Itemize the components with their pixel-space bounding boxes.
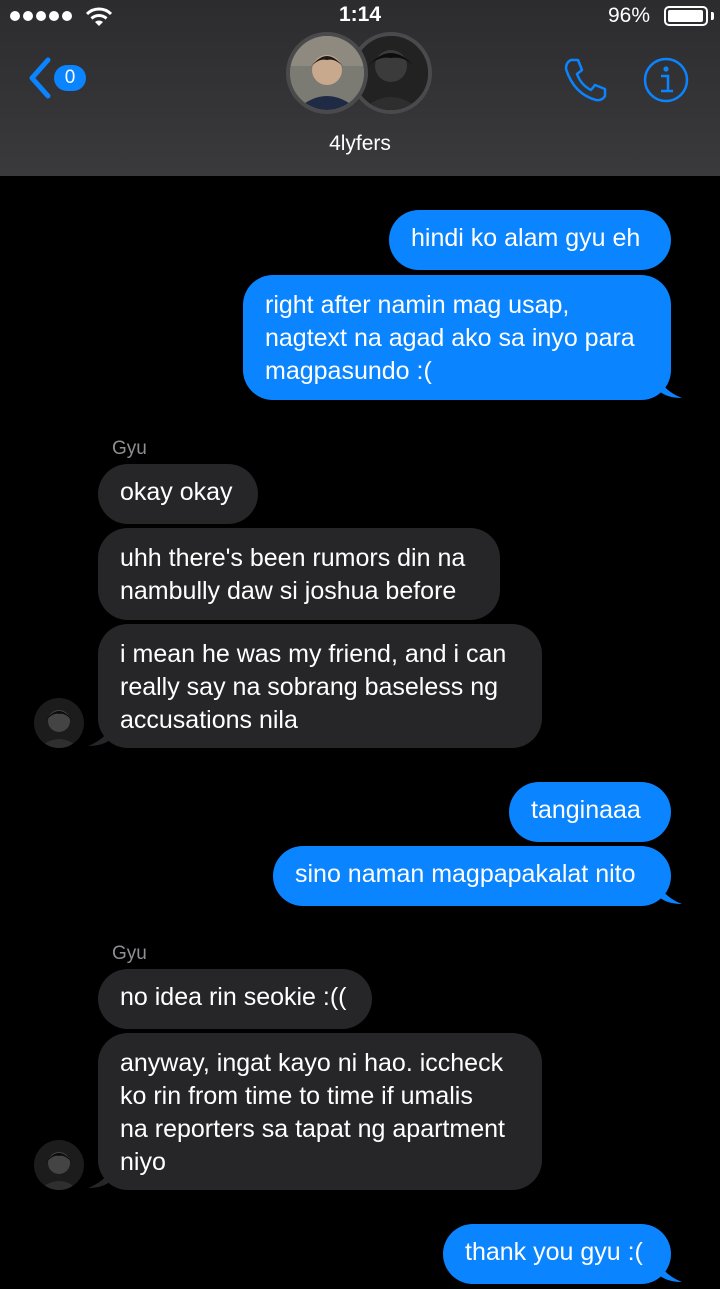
sent-message[interactable]: sino naman magpapakalat nito — [273, 846, 671, 906]
received-message[interactable]: uhh there's been rumors din na nambully … — [98, 528, 500, 620]
bubble-tail — [88, 1168, 112, 1188]
received-message[interactable]: okay okay — [98, 464, 258, 524]
status-bar: 1:14 96% — [0, 0, 720, 34]
sent-message[interactable]: hindi ko alam gyu eh — [389, 210, 671, 270]
sender-avatar[interactable] — [34, 1140, 84, 1190]
bubble-tail — [658, 884, 682, 904]
received-message[interactable]: no idea rin seokie :(( — [98, 969, 372, 1029]
sender-name: Gyu — [112, 438, 147, 459]
bubble-tail — [88, 726, 112, 746]
sent-message[interactable]: right after namin mag usap, nagtext na a… — [243, 275, 671, 400]
conversation-header: 1:14 96% 0 4lyfers — [0, 0, 720, 176]
sent-message[interactable]: thank you gyu :( — [443, 1224, 671, 1284]
battery-tip — [711, 12, 714, 20]
info-icon[interactable] — [642, 56, 690, 104]
back-button[interactable]: 0 — [26, 56, 96, 100]
bubble-tail — [658, 378, 682, 398]
battery-fill — [668, 10, 703, 22]
sender-name: Gyu — [112, 943, 147, 964]
unread-count-badge: 0 — [54, 65, 86, 91]
battery-percentage: 96% — [607, 4, 650, 27]
group-member-avatar-2 — [286, 32, 368, 114]
sender-avatar[interactable] — [34, 698, 84, 748]
conversation-title[interactable]: 4lyfers — [0, 132, 720, 156]
bubble-tail — [658, 1262, 682, 1282]
sent-message[interactable]: tanginaaa — [509, 782, 671, 842]
received-message[interactable]: anyway, ingat kayo ni hao. iccheck ko ri… — [98, 1033, 542, 1190]
received-message[interactable]: i mean he was my friend, and i can reall… — [98, 624, 542, 748]
battery-icon — [664, 6, 708, 26]
group-avatars[interactable] — [286, 32, 436, 122]
phone-call-icon[interactable] — [562, 56, 608, 104]
chevron-left-icon — [29, 57, 51, 99]
